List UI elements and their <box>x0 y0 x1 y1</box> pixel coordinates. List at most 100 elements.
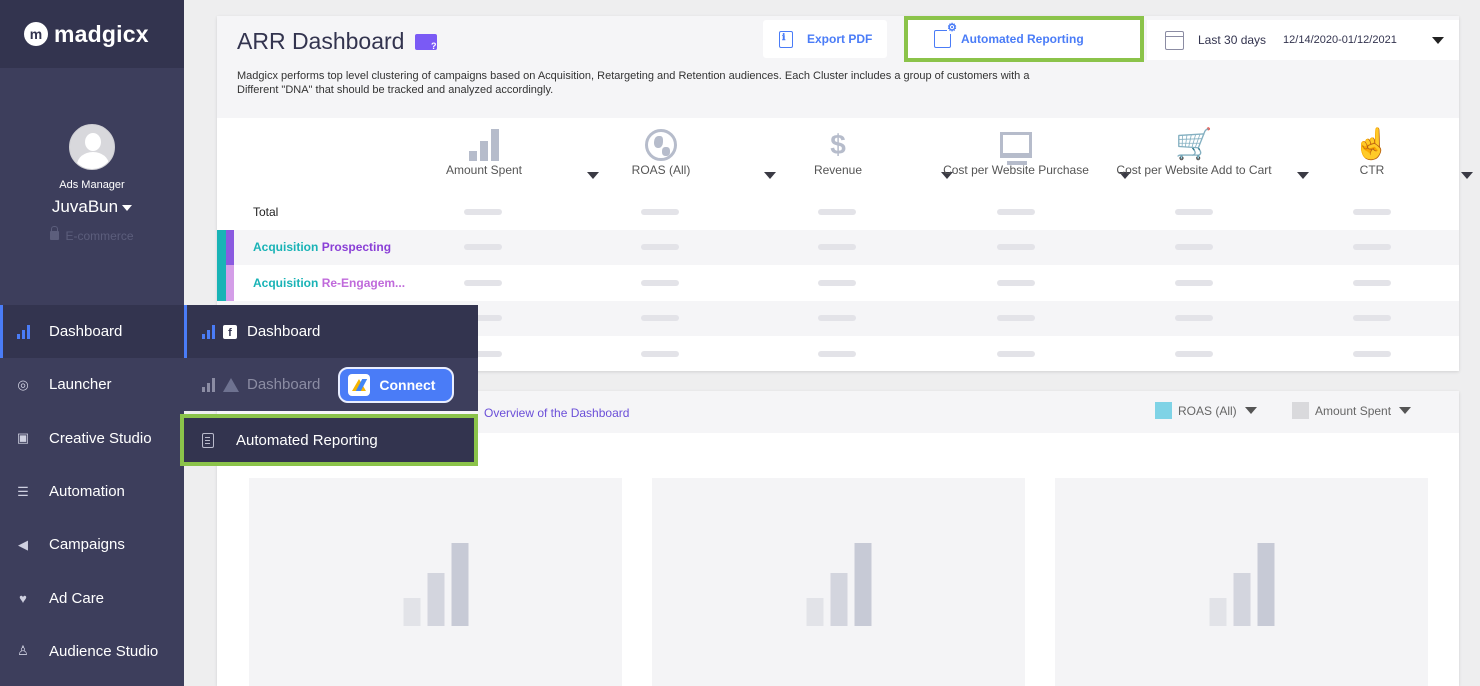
bar-chart-icon <box>202 324 215 339</box>
loading-placeholder <box>641 279 679 286</box>
pdf-icon <box>779 30 793 48</box>
loading-placeholder <box>997 315 1035 322</box>
metric-header-roas[interactable]: ROAS (All) <box>572 120 776 194</box>
loading-placeholder <box>818 244 856 251</box>
row-label: Acquisition Prospecting <box>253 240 392 255</box>
facebook-icon: f <box>223 324 237 339</box>
monitor-chart-icon <box>999 128 1033 165</box>
page-description: Madgicx performs top level clustering of… <box>237 70 1030 96</box>
metric-header-ctr[interactable]: ☝ CTR <box>1283 120 1473 194</box>
flyout-item-google-dashboard[interactable]: Dashboard Connect <box>184 358 478 411</box>
metric-label: Amount Spent <box>445 163 523 177</box>
chevron-down-icon <box>1399 407 1412 414</box>
date-range-value: 12/14/2020-01/12/2021 <box>1283 34 1397 46</box>
metric-label: CTR <box>1359 163 1385 177</box>
account-switcher[interactable]: JuvaBun <box>0 197 184 217</box>
loading-placeholder <box>1353 315 1391 322</box>
legend-amount-spent-selector[interactable]: Amount Spent <box>1292 402 1412 419</box>
loading-placeholder <box>464 279 502 286</box>
logo[interactable]: m madgicx <box>0 0 184 68</box>
date-preset-label: Last 30 days <box>1198 33 1267 47</box>
sidebar-item-ad-care[interactable]: ♥ Ad Care <box>0 571 184 624</box>
sidebar-item-dashboard[interactable]: Dashboard <box>0 305 184 359</box>
metric-label: Cost per Website Purchase <box>943 163 1089 177</box>
sidebar-item-label: Campaigns <box>49 536 125 554</box>
google-ads-logo-icon <box>348 373 371 396</box>
account-type: E-commerce <box>0 226 184 243</box>
loading-placeholder <box>641 315 679 322</box>
sidebar-item-label: Launcher <box>49 376 112 394</box>
flyout-item-facebook-dashboard[interactable]: f Dashboard <box>184 305 478 358</box>
panel-header: ARR Dashboard Madgicx performs top level… <box>217 16 1459 118</box>
loading-placeholder <box>1175 208 1213 215</box>
legend-label: Amount Spent <box>1315 403 1392 418</box>
export-pdf-button[interactable]: Export PDF <box>763 20 887 58</box>
chevron-down-icon <box>1432 37 1444 44</box>
loading-placeholder <box>997 279 1035 286</box>
chevron-down-icon[interactable] <box>1461 172 1473 179</box>
heart-icon: ♥ <box>19 590 27 606</box>
overview-link[interactable]: Overview of the Dashboard <box>484 406 629 420</box>
loading-placeholder <box>641 244 679 251</box>
chart-placeholder <box>249 478 622 686</box>
logo-text: madgicx <box>54 20 149 47</box>
date-range-picker[interactable]: Last 30 days 12/14/2020-01/12/2021 <box>1147 20 1459 60</box>
loading-placeholder <box>818 315 856 322</box>
sidebar-item-automation[interactable]: ☰ Automation <box>0 465 184 518</box>
sidebar-item-label: Dashboard <box>49 323 123 341</box>
loading-placeholder <box>1353 244 1391 251</box>
legend-swatch <box>1155 402 1172 419</box>
madgicx-logo-icon: m <box>24 22 48 46</box>
table-row-total[interactable]: Total <box>217 194 1459 230</box>
loading-placeholder <box>1175 279 1213 286</box>
legend-label: ROAS (All) <box>1178 403 1237 418</box>
metric-header-cost-per-purchase[interactable]: Cost per Website Purchase <box>927 120 1131 194</box>
sidebar-item-launcher[interactable]: ◎ Launcher <box>0 358 184 411</box>
loading-placeholder <box>818 208 856 215</box>
flyout-item-label: Automated Reporting <box>236 431 378 449</box>
help-window-icon[interactable] <box>415 33 438 51</box>
bar-chart-icon <box>467 128 501 162</box>
loading-placeholder <box>1175 350 1213 357</box>
bar-chart-icon <box>403 543 468 626</box>
sliders-icon: ☰ <box>17 483 29 499</box>
sidebar-item-label: Automation <box>49 483 125 501</box>
flyout-item-label: Dashboard <box>247 323 321 340</box>
lock-icon <box>50 226 60 240</box>
bar-chart-icon <box>14 323 32 341</box>
globe-icon <box>644 128 678 162</box>
sidebar-item-campaigns[interactable]: ◀ Campaigns <box>0 518 184 571</box>
metric-header-cost-per-add-to-cart[interactable]: 🛒 Cost per Website Add to Cart <box>1105 120 1309 194</box>
connect-google-ads-button[interactable]: Connect <box>338 366 455 403</box>
table-row[interactable]: Acquisition Re-Engagem... <box>217 265 1459 301</box>
connect-label: Connect <box>379 376 436 393</box>
pointer-hand-icon: ☝ <box>1353 128 1391 161</box>
row-label: Total <box>253 204 279 219</box>
page-title-text: ARR Dashboard <box>237 28 405 54</box>
cluster-color-bar <box>217 265 234 301</box>
flyout-item-automated-reporting[interactable]: Automated Reporting <box>180 414 478 466</box>
metric-header-revenue[interactable]: $ Revenue <box>749 120 953 194</box>
loading-placeholder <box>641 350 679 357</box>
chart-placeholder <box>652 478 1025 686</box>
metric-label: ROAS (All) <box>631 163 691 177</box>
flyout-item-label: Dashboard <box>247 376 321 393</box>
chevron-down-icon <box>122 204 133 211</box>
export-pdf-label: Export PDF <box>807 32 873 46</box>
loading-placeholder <box>997 244 1035 251</box>
table-row[interactable]: Acquisition Prospecting <box>217 229 1459 265</box>
sidebar-item-creative-studio[interactable]: ▣ Creative Studio <box>0 412 184 465</box>
bar-chart-icon <box>202 377 215 392</box>
account-name: JuvaBun <box>51 197 119 216</box>
bar-chart-icon <box>806 543 871 626</box>
avatar[interactable] <box>69 124 115 170</box>
metric-label: Cost per Website Add to Cart <box>1116 163 1272 177</box>
sidebar-item-audience-studio[interactable]: ♙ Audience Studio <box>0 625 184 678</box>
page-title: ARR Dashboard <box>237 28 438 55</box>
automated-reporting-button[interactable]: Automated Reporting <box>904 16 1144 62</box>
loading-placeholder <box>818 350 856 357</box>
legend-roas-selector[interactable]: ROAS (All) <box>1155 402 1257 419</box>
metric-header-amount-spent[interactable]: Amount Spent <box>395 120 599 194</box>
sidebar-item-label: Creative Studio <box>49 429 152 447</box>
document-icon <box>202 432 214 448</box>
